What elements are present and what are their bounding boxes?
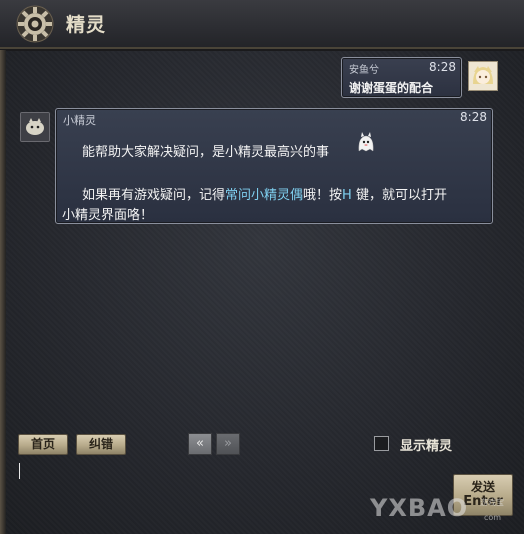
- message-line-1: 能帮助大家解决疑问，是小精灵最高兴的事: [82, 145, 330, 160]
- ghost-emoticon-icon: [358, 132, 374, 152]
- sprite-window: 精灵 安鱼兮 8:28 谢谢蛋蛋的配合 小精灵 8:28 能帮助大家解决疑问，是…: [0, 0, 524, 534]
- chat-log[interactable]: [9, 50, 524, 426]
- site-watermark-url: com: [484, 513, 502, 522]
- site-watermark: YXBAO: [370, 494, 469, 522]
- chat-bubble-sprite: 小精灵 8:28 能帮助大家解决疑问，是小精灵最高兴的事 如果再有游戏疑问，记得…: [55, 108, 493, 224]
- text-segment: 键，就可以打开: [351, 188, 447, 203]
- home-button[interactable]: 首页: [18, 434, 68, 455]
- message-line-3: 小精灵界面咯！: [62, 208, 154, 223]
- message-text: 谢谢蛋蛋的配合: [349, 81, 434, 95]
- chat-bubble-user: 安鱼兮 8:28 谢谢蛋蛋的配合: [341, 57, 462, 98]
- text-segment: 哦！按: [303, 188, 343, 203]
- prev-page-button[interactable]: «: [188, 433, 212, 455]
- message-line-2: 如果再有游戏疑问，记得常问小精灵偶哦！按H 键，就可以打开: [82, 184, 447, 203]
- hotkey-h: H: [342, 188, 352, 203]
- send-label: 发送: [470, 480, 495, 494]
- window-title: 精灵: [66, 14, 107, 36]
- text-caret: [19, 463, 20, 479]
- correct-button[interactable]: 纠错: [76, 434, 126, 455]
- sender-name: 安鱼兮: [349, 65, 379, 76]
- gear-icon: [16, 5, 54, 43]
- text-segment: 如果再有游戏疑问，记得: [82, 188, 226, 203]
- user-avatar: [468, 61, 498, 91]
- show-sprite-label: 显示精灵: [400, 439, 453, 454]
- next-page-button[interactable]: »: [216, 433, 240, 455]
- title-bar[interactable]: 精灵: [0, 0, 524, 51]
- sprite-link[interactable]: 常问小精灵偶: [225, 188, 303, 203]
- show-sprite-checkbox[interactable]: [374, 436, 389, 451]
- message-time: 8:28: [429, 60, 456, 74]
- sender-name: 小精灵: [63, 114, 96, 127]
- site-watermark-sub: 游戏宝: [480, 498, 504, 507]
- message-time: 8:28: [460, 110, 487, 124]
- sprite-avatar: [20, 112, 50, 142]
